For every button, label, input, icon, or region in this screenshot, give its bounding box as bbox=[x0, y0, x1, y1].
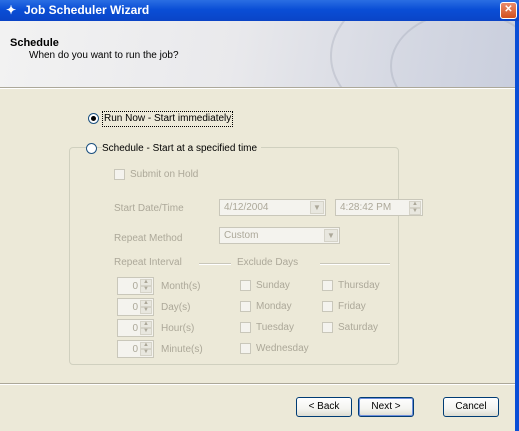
friday-label: Friday bbox=[338, 301, 366, 312]
repeat-method-select[interactable]: Custom ▼ bbox=[219, 227, 340, 244]
saturday-checkbox[interactable] bbox=[322, 322, 333, 333]
minutes-value: 0 bbox=[132, 344, 138, 355]
repeat-method-value: Custom bbox=[224, 230, 259, 241]
spin-down-icon[interactable]: ▼ bbox=[140, 328, 152, 335]
months-label: Month(s) bbox=[161, 281, 201, 292]
tuesday-checkbox[interactable] bbox=[240, 322, 251, 333]
thursday-checkbox[interactable] bbox=[322, 280, 333, 291]
spin-down-icon[interactable]: ▼ bbox=[140, 349, 152, 356]
thursday-label: Thursday bbox=[338, 280, 380, 291]
wednesday-checkbox[interactable] bbox=[240, 343, 251, 354]
start-datetime-label: Start Date/Time bbox=[114, 203, 184, 214]
exclude-days-label: Exclude Days bbox=[237, 257, 299, 268]
schedule-label[interactable]: Schedule - Start at a specified time bbox=[102, 143, 262, 155]
footer-divider bbox=[0, 383, 519, 385]
repeat-method-label: Repeat Method bbox=[114, 233, 183, 244]
run-now-label[interactable]: Run Now - Start immediately bbox=[101, 111, 234, 127]
days-spinner[interactable]: 0 ▲ ▼ bbox=[117, 298, 154, 316]
start-time-value: 4:28:42 PM bbox=[340, 202, 392, 213]
months-value: 0 bbox=[132, 281, 138, 292]
hours-spinner[interactable]: 0 ▲ ▼ bbox=[117, 319, 154, 337]
spin-up-icon[interactable]: ▲ bbox=[140, 321, 152, 328]
spin-down-icon[interactable]: ▼ bbox=[409, 208, 421, 215]
monday-checkbox[interactable] bbox=[240, 301, 251, 312]
minutes-spinner[interactable]: 0 ▲ ▼ bbox=[117, 340, 154, 358]
exclude-days-separator bbox=[320, 263, 390, 265]
header-title: Schedule bbox=[10, 37, 59, 49]
chevron-down-icon[interactable]: ▼ bbox=[324, 229, 338, 242]
back-button[interactable]: < Back bbox=[296, 397, 352, 417]
hours-value: 0 bbox=[132, 323, 138, 334]
schedule-radio[interactable] bbox=[86, 143, 97, 154]
friday-checkbox[interactable] bbox=[322, 301, 333, 312]
months-spinner[interactable]: 0 ▲ ▼ bbox=[117, 277, 154, 295]
spin-up-icon[interactable]: ▲ bbox=[409, 201, 421, 208]
repeat-interval-label: Repeat Interval bbox=[114, 257, 182, 268]
chevron-down-icon[interactable]: ▼ bbox=[310, 201, 324, 214]
next-button[interactable]: Next > bbox=[358, 397, 414, 417]
sunday-checkbox[interactable] bbox=[240, 280, 251, 291]
wizard-body: Schedule When do you want to run the job… bbox=[0, 21, 519, 431]
minutes-label: Minute(s) bbox=[161, 344, 203, 355]
title-bar[interactable]: ✦ Job Scheduler Wizard ✕ bbox=[0, 0, 519, 21]
monday-label: Monday bbox=[256, 301, 292, 312]
saturday-label: Saturday bbox=[338, 322, 379, 333]
spin-up-icon[interactable]: ▲ bbox=[140, 279, 152, 286]
start-time-picker[interactable]: 4:28:42 PM ▲ ▼ bbox=[335, 199, 423, 216]
start-date-value: 4/12/2004 bbox=[224, 202, 269, 213]
run-now-radio[interactable] bbox=[88, 113, 99, 124]
window-title: Job Scheduler Wizard bbox=[24, 3, 150, 17]
wednesday-label: Wednesday bbox=[256, 343, 309, 354]
wizard-header: Schedule When do you want to run the job… bbox=[0, 21, 519, 87]
hours-label: Hour(s) bbox=[161, 323, 195, 334]
spin-down-icon[interactable]: ▼ bbox=[140, 286, 152, 293]
close-button[interactable]: ✕ bbox=[500, 2, 517, 19]
window-right-border bbox=[515, 21, 519, 431]
header-watermark bbox=[390, 21, 519, 87]
spin-up-icon[interactable]: ▲ bbox=[140, 342, 152, 349]
tuesday-label: Tuesday bbox=[256, 322, 294, 333]
interval-separator bbox=[199, 263, 231, 265]
days-label: Day(s) bbox=[161, 302, 191, 313]
submit-on-hold-checkbox[interactable] bbox=[114, 169, 125, 180]
days-value: 0 bbox=[132, 302, 138, 313]
start-date-picker[interactable]: 4/12/2004 ▼ bbox=[219, 199, 326, 216]
sunday-label: Sunday bbox=[256, 280, 290, 291]
wizard-icon: ✦ bbox=[6, 3, 17, 17]
header-divider bbox=[0, 87, 519, 89]
submit-on-hold-label: Submit on Hold bbox=[130, 169, 199, 180]
header-subtitle: When do you want to run the job? bbox=[29, 50, 179, 61]
spin-down-icon[interactable]: ▼ bbox=[140, 307, 152, 314]
cancel-button[interactable]: Cancel bbox=[443, 397, 499, 417]
spin-up-icon[interactable]: ▲ bbox=[140, 300, 152, 307]
